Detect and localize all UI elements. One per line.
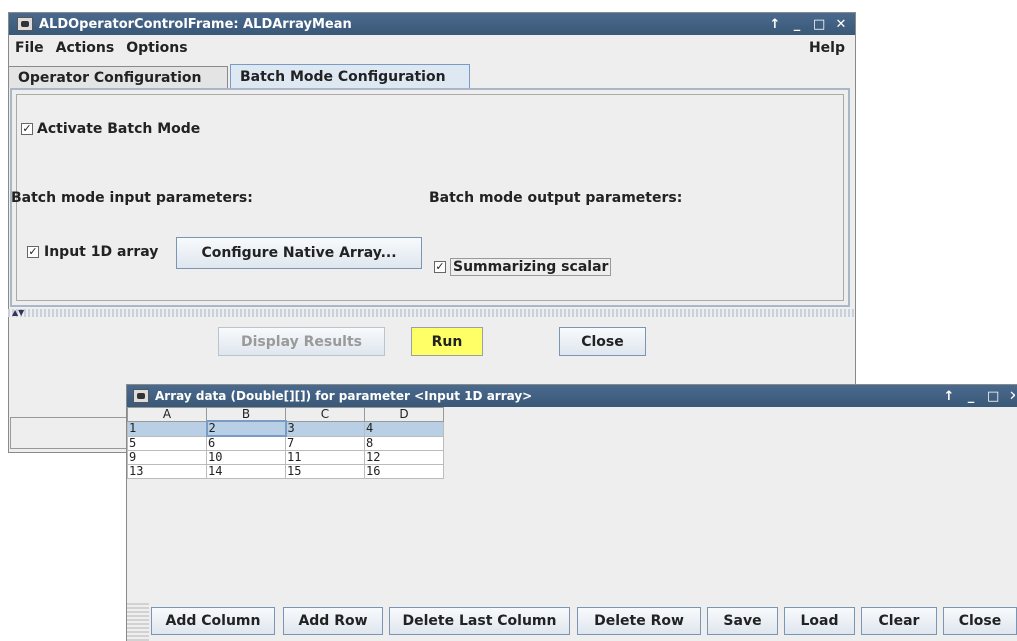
column-header-d[interactable]: D [364, 407, 444, 422]
splitter-arrows-icon[interactable]: ▲▼ [12, 309, 24, 317]
tab-batch-mode-configuration[interactable]: Batch Mode Configuration [230, 64, 470, 88]
table-cell[interactable]: 1 [127, 420, 207, 437]
summarizing-scalar-row[interactable]: ✓ Summarizing scalar [434, 258, 612, 276]
array-table: A B C D 1 2 3 4 5 6 7 8 9 10 11 12 13 14… [127, 407, 444, 479]
output-parameters-heading: Batch mode output parameters: [429, 190, 683, 206]
add-row-button[interactable]: Add Row [283, 607, 383, 635]
load-button[interactable]: Load [784, 607, 855, 635]
save-button[interactable]: Save [707, 607, 778, 635]
menu-actions[interactable]: Actions [56, 40, 115, 56]
display-results-button[interactable]: Display Results [218, 327, 385, 356]
table-cell[interactable]: 12 [364, 450, 444, 465]
maximize-icon[interactable]: □ [813, 17, 825, 32]
table-row[interactable]: 5 6 7 8 [127, 435, 444, 451]
menu-options[interactable]: Options [126, 40, 187, 56]
array-app-icon [133, 389, 149, 403]
summarizing-scalar-label: Summarizing scalar [450, 258, 612, 276]
main-title-bar[interactable]: ALDOperatorControlFrame: ALDArrayMean ↑ … [9, 13, 855, 35]
table-cell[interactable]: 14 [206, 464, 286, 479]
array-pin-icon[interactable]: ↑ [943, 389, 955, 404]
minimize-icon[interactable]: _ [791, 17, 803, 32]
table-cell[interactable]: 13 [127, 464, 207, 479]
array-close-icon[interactable]: ✕ [1009, 389, 1015, 404]
input-parameters-heading: Batch mode input parameters: [11, 190, 253, 206]
array-window-title: Array data (Double[][]) for parameter <I… [155, 389, 533, 403]
app-icon [17, 17, 33, 31]
table-header-row: A B C D [127, 407, 444, 422]
array-close-button[interactable]: Close [943, 607, 1017, 635]
main-close-button[interactable]: Close [559, 327, 646, 356]
table-cell-focused[interactable]: 2 [205, 420, 287, 437]
table-cell[interactable]: 15 [285, 464, 365, 479]
table-cell[interactable]: 7 [285, 435, 365, 451]
column-header-a[interactable]: A [127, 407, 207, 422]
configure-native-array-button[interactable]: Configure Native Array... [176, 237, 422, 269]
table-row[interactable]: 13 14 15 16 [127, 464, 444, 479]
activate-batch-mode-row[interactable]: ✓ Activate Batch Mode [21, 121, 200, 137]
table-row[interactable]: 9 10 11 12 [127, 450, 444, 465]
array-maximize-icon[interactable]: □ [987, 389, 999, 404]
table-cell[interactable]: 5 [127, 435, 207, 451]
input-1d-array-checkbox[interactable]: ✓ [27, 246, 39, 258]
menu-bar: File Actions Options Help [9, 37, 855, 59]
menu-help[interactable]: Help [809, 40, 845, 56]
delete-last-column-button[interactable]: Delete Last Column [389, 607, 570, 635]
table-cell[interactable]: 3 [285, 420, 365, 437]
input-1d-array-row[interactable]: ✓ Input 1D array [27, 244, 158, 260]
table-cell[interactable]: 8 [364, 435, 444, 451]
table-row[interactable]: 1 2 3 4 [127, 420, 444, 437]
split-pane-divider[interactable] [8, 309, 854, 317]
clear-button[interactable]: Clear [861, 607, 937, 635]
array-title-bar[interactable]: Array data (Double[][]) for parameter <I… [127, 385, 1017, 407]
main-window-title: ALDOperatorControlFrame: ALDArrayMean [39, 16, 352, 32]
tab-operator-configuration[interactable]: Operator Configuration [8, 66, 228, 88]
table-cell[interactable]: 16 [364, 464, 444, 479]
input-1d-array-label: Input 1D array [44, 244, 159, 260]
tab-strip: Operator Configuration Batch Mode Config… [8, 64, 472, 88]
summarizing-scalar-checkbox[interactable]: ✓ [434, 261, 446, 273]
close-icon[interactable]: ✕ [835, 17, 847, 32]
table-cell[interactable]: 10 [206, 450, 286, 465]
column-header-c[interactable]: C [285, 407, 365, 422]
table-cell[interactable]: 6 [206, 435, 286, 451]
resize-grip[interactable] [127, 602, 149, 641]
run-button[interactable]: Run [411, 327, 483, 356]
table-cell[interactable]: 11 [285, 450, 365, 465]
column-header-b[interactable]: B [206, 407, 286, 422]
table-cell[interactable]: 4 [364, 420, 444, 437]
activate-batch-mode-checkbox[interactable]: ✓ [21, 123, 33, 135]
add-column-button[interactable]: Add Column [151, 607, 275, 635]
table-cell[interactable]: 9 [127, 450, 207, 465]
delete-row-button[interactable]: Delete Row [577, 607, 701, 635]
pin-icon[interactable]: ↑ [769, 17, 781, 32]
activate-batch-mode-label: Activate Batch Mode [37, 121, 201, 137]
menu-file[interactable]: File [15, 40, 44, 56]
array-minimize-icon[interactable]: _ [965, 389, 977, 404]
